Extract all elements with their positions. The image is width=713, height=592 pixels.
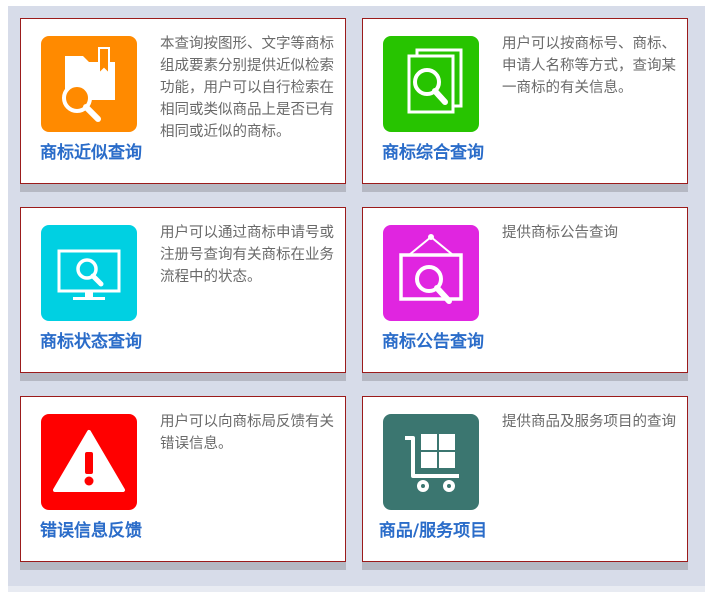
card-description: 用户可以向商标局反馈有关错误信息。 <box>160 414 334 452</box>
card-goods-services[interactable]: 商品/服务项目 提供商品及服务项目的查询 <box>362 396 688 562</box>
card-shadow <box>20 373 346 381</box>
card-comprehensive-search[interactable]: 商标综合查询 用户可以按商标号、商标、申请人名称等方式，查询某一商标的有关信息。 <box>362 18 688 184</box>
monitor-search-icon <box>41 225 137 321</box>
documents-search-icon <box>383 36 479 132</box>
card-description: 用户可以按商标号、商标、申请人名称等方式，查询某一商标的有关信息。 <box>502 36 676 96</box>
card-similar-search[interactable]: 商标近似查询 本查询按图形、文字等商标组成要素分别提供近似检索功能，用户可以自行… <box>20 18 346 184</box>
warning-icon <box>41 414 137 510</box>
card-shadow <box>362 184 688 192</box>
card-title[interactable]: 错误信息反馈 <box>25 516 157 541</box>
card-announcement-search[interactable]: 商标公告查询 提供商标公告查询 <box>362 207 688 373</box>
card-title[interactable]: 商标综合查询 <box>367 138 499 163</box>
card-title[interactable]: 商标近似查询 <box>25 138 157 163</box>
card-description: 本查询按图形、文字等商标组成要素分别提供近似检索功能，用户可以自行检索在相同或类… <box>160 36 334 140</box>
cart-icon <box>383 414 479 510</box>
card-shadow <box>362 373 688 381</box>
frame-search-icon <box>383 225 479 321</box>
bottom-bar <box>8 586 705 592</box>
card-description: 提供商品及服务项目的查询 <box>502 414 676 430</box>
card-title[interactable]: 商标状态查询 <box>25 327 157 352</box>
card-description: 用户可以通过商标申请号或注册号查询有关商标在业务流程中的状态。 <box>160 225 334 285</box>
card-status-search[interactable]: 商标状态查询 用户可以通过商标申请号或注册号查询有关商标在业务流程中的状态。 <box>20 207 346 373</box>
card-shadow <box>362 562 688 570</box>
card-title[interactable]: 商标公告查询 <box>367 327 499 352</box>
card-shadow <box>20 562 346 570</box>
card-error-feedback[interactable]: 错误信息反馈 用户可以向商标局反馈有关错误信息。 <box>20 396 346 562</box>
card-title[interactable]: 商品/服务项目 <box>367 516 499 541</box>
card-description: 提供商标公告查询 <box>502 225 618 241</box>
card-shadow <box>20 184 346 192</box>
folder-search-icon <box>41 36 137 132</box>
